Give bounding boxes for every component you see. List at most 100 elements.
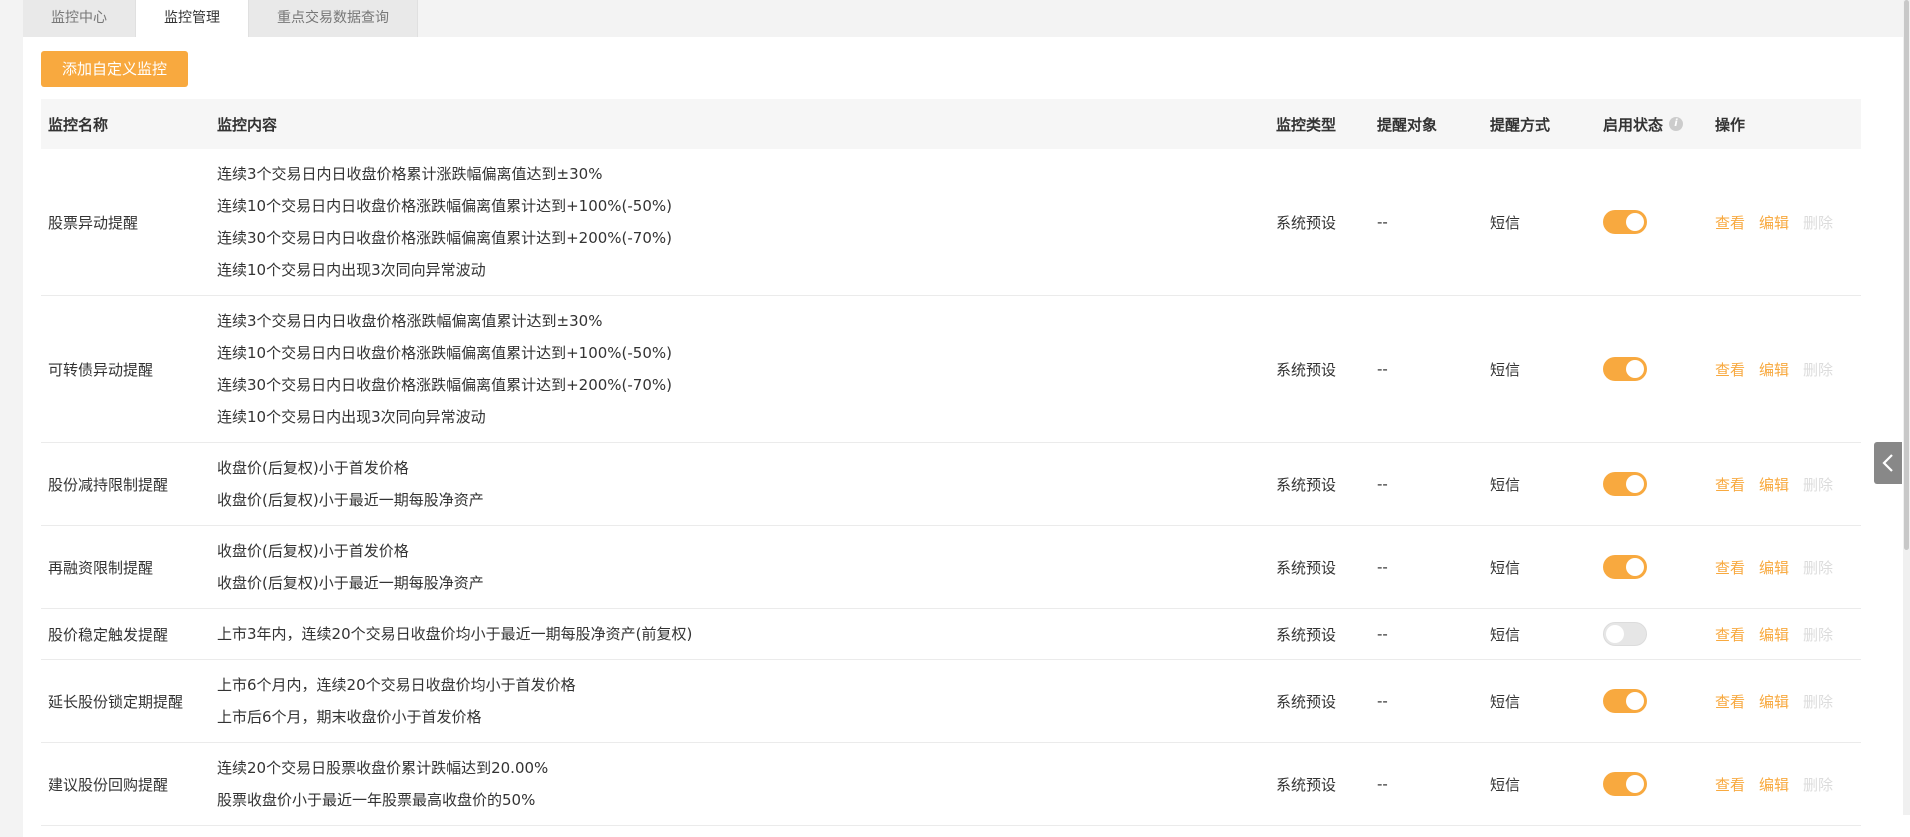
enable-toggle[interactable] bbox=[1603, 210, 1647, 234]
table-header: 监控名称 监控内容 监控类型 提醒对象 提醒方式 启用状态 i 操作 bbox=[41, 99, 1861, 149]
content-line: 连续30个交易日内日收盘价格涨跌幅偏离值累计达到+200%(-70%) bbox=[217, 376, 672, 394]
monitor-mode: 短信 bbox=[1490, 558, 1521, 577]
row-actions: 查看 编辑 删除 bbox=[1708, 359, 1861, 380]
content-line: 连续10个交易日内出现3次同向异常波动 bbox=[217, 261, 486, 279]
monitor-target: -- bbox=[1377, 625, 1388, 643]
monitor-content: 连续20个交易日股票收盘价累计跌幅达到20.00% 股票收盘价小于最近一年股票最高… bbox=[210, 743, 1269, 825]
table-row: 股票异动提醒 连续3个交易日内日收盘价格累计涨跌幅偏离值达到±30% 连续10个交易… bbox=[41, 149, 1861, 296]
monitor-type: 系统预设 bbox=[1276, 475, 1337, 494]
monitor-mode: 短信 bbox=[1490, 475, 1521, 494]
status-cell bbox=[1596, 210, 1708, 234]
status-cell bbox=[1596, 772, 1708, 796]
content-line: 收盘价(后复权)小于最近一期每股净资产 bbox=[217, 491, 484, 509]
table-row: 可转债异动提醒 连续3个交易日内日收盘价格涨跌幅偏离值累计达到±30% 连续10个交… bbox=[41, 296, 1861, 443]
content-line: 连续20个交易日股票收盘价累计跌幅达到20.00% bbox=[217, 759, 549, 777]
content-line: 上市6个月内，连续20个交易日收盘价均小于首发价格 bbox=[217, 676, 576, 694]
monitor-name: 可转债异动提醒 bbox=[48, 360, 154, 379]
delete-link[interactable]: 删除 bbox=[1803, 476, 1833, 494]
edit-link[interactable]: 编辑 bbox=[1759, 693, 1789, 711]
toggle-knob bbox=[1606, 625, 1624, 643]
tab-monitor-center[interactable]: 监控中心 bbox=[23, 0, 136, 37]
edit-link[interactable]: 编辑 bbox=[1759, 361, 1789, 379]
collapse-panel-handle[interactable] bbox=[1874, 442, 1902, 484]
monitor-target: -- bbox=[1377, 360, 1388, 378]
content-line: 连续10个交易日内日收盘价格涨跌幅偏离值累计达到+100%(-50%) bbox=[217, 197, 672, 215]
delete-link[interactable]: 删除 bbox=[1803, 559, 1833, 577]
table-body: 股票异动提醒 连续3个交易日内日收盘价格累计涨跌幅偏离值达到±30% 连续10个交易… bbox=[41, 149, 1861, 826]
delete-link[interactable]: 删除 bbox=[1803, 776, 1833, 794]
view-link[interactable]: 查看 bbox=[1715, 476, 1745, 494]
view-link[interactable]: 查看 bbox=[1715, 626, 1745, 644]
view-link[interactable]: 查看 bbox=[1715, 776, 1745, 794]
view-link[interactable]: 查看 bbox=[1715, 559, 1745, 577]
tab-monitor-management[interactable]: 监控管理 bbox=[136, 0, 249, 37]
view-link[interactable]: 查看 bbox=[1715, 693, 1745, 711]
vertical-scrollbar[interactable] bbox=[1903, 0, 1910, 815]
edit-link[interactable]: 编辑 bbox=[1759, 626, 1789, 644]
delete-link[interactable]: 删除 bbox=[1803, 214, 1833, 232]
delete-link[interactable]: 删除 bbox=[1803, 693, 1833, 711]
delete-link[interactable]: 删除 bbox=[1803, 361, 1833, 379]
view-link[interactable]: 查看 bbox=[1715, 214, 1745, 232]
enable-toggle[interactable] bbox=[1603, 555, 1647, 579]
row-actions: 查看 编辑 删除 bbox=[1708, 474, 1861, 495]
info-icon[interactable]: i bbox=[1669, 117, 1684, 131]
toggle-knob bbox=[1626, 475, 1644, 493]
view-link[interactable]: 查看 bbox=[1715, 361, 1745, 379]
status-cell bbox=[1596, 555, 1708, 579]
toggle-knob bbox=[1626, 775, 1644, 793]
status-cell bbox=[1596, 689, 1708, 713]
col-header-content: 监控内容 bbox=[217, 115, 278, 134]
monitor-content: 上市3年内，连续20个交易日收盘价均小于最近一期每股净资产(前复权) bbox=[210, 609, 1269, 659]
content-line: 收盘价(后复权)小于首发价格 bbox=[217, 459, 409, 477]
table-row: 建议股份回购提醒 连续20个交易日股票收盘价累计跌幅达到20.00% 股票收盘价小于… bbox=[41, 743, 1861, 826]
col-header-target: 提醒对象 bbox=[1377, 115, 1438, 134]
monitor-content: 收盘价(后复权)小于首发价格收盘价(后复权)小于最近一期每股净资产 bbox=[210, 443, 1269, 525]
monitor-target: -- bbox=[1377, 692, 1388, 710]
enable-toggle[interactable] bbox=[1603, 622, 1647, 646]
row-actions: 查看 编辑 删除 bbox=[1708, 624, 1861, 645]
tab-key-trade-query[interactable]: 重点交易数据查询 bbox=[249, 0, 418, 37]
monitor-name: 建议股份回购提醒 bbox=[48, 775, 169, 794]
table-row: 股份减持限制提醒 收盘价(后复权)小于首发价格收盘价(后复权)小于最近一期每股净资… bbox=[41, 443, 1861, 526]
monitor-name: 股份减持限制提醒 bbox=[48, 475, 169, 494]
monitor-name: 延长股份锁定期提醒 bbox=[48, 692, 184, 711]
monitor-type: 系统预设 bbox=[1276, 625, 1337, 644]
enable-toggle[interactable] bbox=[1603, 689, 1647, 713]
monitor-mode: 短信 bbox=[1490, 213, 1521, 232]
toggle-knob bbox=[1626, 213, 1644, 231]
chevron-left-icon bbox=[1882, 454, 1893, 472]
table-row: 延长股份锁定期提醒 上市6个月内，连续20个交易日收盘价均小于首发价格 上市后6个月… bbox=[41, 660, 1861, 743]
row-actions: 查看 编辑 删除 bbox=[1708, 212, 1861, 233]
col-header-mode: 提醒方式 bbox=[1490, 115, 1551, 134]
row-actions: 查看 编辑 删除 bbox=[1708, 557, 1861, 578]
enable-toggle[interactable] bbox=[1603, 357, 1647, 381]
monitor-content: 收盘价(后复权)小于首发价格 收盘价(后复权)小于最近一期每股净资产 bbox=[210, 526, 1269, 608]
status-cell bbox=[1596, 357, 1708, 381]
edit-link[interactable]: 编辑 bbox=[1759, 476, 1789, 494]
monitor-type: 系统预设 bbox=[1276, 775, 1337, 794]
monitor-table: 监控名称 监控内容 监控类型 提醒对象 提醒方式 启用状态 i 操作 股票异动提… bbox=[41, 99, 1861, 826]
scrollbar-thumb[interactable] bbox=[1904, 0, 1909, 550]
monitor-name: 股价稳定触发提醒 bbox=[48, 625, 169, 644]
edit-link[interactable]: 编辑 bbox=[1759, 776, 1789, 794]
col-header-ops: 操作 bbox=[1715, 115, 1746, 134]
content-line: 上市3年内，连续20个交易日收盘价均小于最近一期每股净资产(前复权) bbox=[217, 625, 693, 643]
tab-bar: 监控中心 监控管理 重点交易数据查询 bbox=[23, 0, 418, 37]
edit-link[interactable]: 编辑 bbox=[1759, 559, 1789, 577]
col-header-status: 启用状态 i bbox=[1596, 114, 1708, 135]
toggle-knob bbox=[1626, 692, 1644, 710]
monitor-content: 连续3个交易日内日收盘价格累计涨跌幅偏离值达到±30% 连续10个交易日内日收盘价… bbox=[210, 149, 1269, 295]
monitor-mode: 短信 bbox=[1490, 360, 1521, 379]
status-cell bbox=[1596, 472, 1708, 496]
col-header-status-label: 启用状态 bbox=[1603, 115, 1664, 134]
content-line: 连续10个交易日内日收盘价格涨跌幅偏离值累计达到+100%(-50%) bbox=[217, 344, 672, 362]
enable-toggle[interactable] bbox=[1603, 472, 1647, 496]
edit-link[interactable]: 编辑 bbox=[1759, 214, 1789, 232]
add-custom-monitor-button[interactable]: 添加自定义监控 bbox=[41, 51, 188, 87]
table-row: 股价稳定触发提醒 上市3年内，连续20个交易日收盘价均小于最近一期每股净资产(前复… bbox=[41, 609, 1861, 660]
monitor-target: -- bbox=[1377, 558, 1388, 576]
enable-toggle[interactable] bbox=[1603, 772, 1647, 796]
delete-link[interactable]: 删除 bbox=[1803, 626, 1833, 644]
row-actions: 查看 编辑 删除 bbox=[1708, 774, 1861, 795]
